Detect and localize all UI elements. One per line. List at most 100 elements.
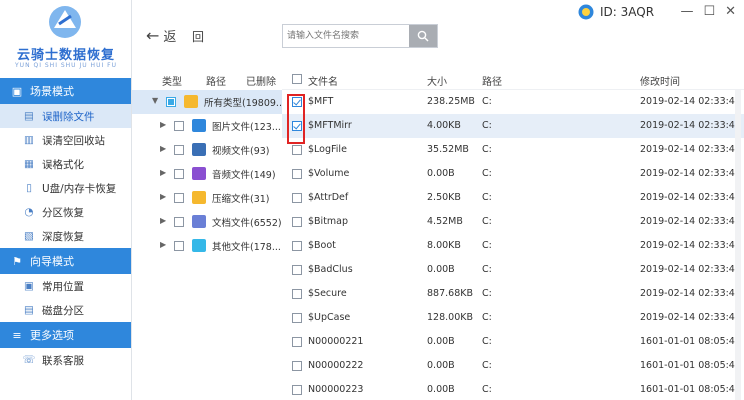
section-more-options[interactable]: ≡ 更多选项 [0, 322, 131, 348]
table-row[interactable]: N00000222 0.00B C: 1601-01-01 08:05:43 [282, 354, 744, 378]
search-icon [417, 30, 429, 42]
file-size: 0.00B [427, 360, 455, 371]
row-checkbox[interactable] [292, 265, 302, 275]
file-name: $AttrDef [308, 192, 349, 203]
tab-deleted[interactable]: 已删除 [246, 73, 276, 88]
sidebar-item-deep-scan[interactable]: ▧ 深度恢复 [0, 224, 131, 248]
row-checkbox[interactable] [292, 313, 302, 323]
monitor-icon: ▣ [11, 84, 23, 98]
sidebar-item-contact-support[interactable]: ☏ 联系客服 [0, 348, 131, 372]
chevron-right-icon[interactable]: ▶ [160, 120, 166, 129]
tab-type[interactable]: 类型 [162, 73, 182, 88]
back-label: 返 [163, 30, 177, 45]
file-modified: 1601-01-01 08:05:43 [640, 384, 741, 395]
maximize-button[interactable]: ☐ [703, 4, 715, 19]
row-checkbox[interactable] [292, 145, 302, 155]
column-size[interactable]: 大小 [427, 73, 447, 88]
deep-scan-icon: ▧ [24, 230, 34, 242]
section-guide-mode[interactable]: ⚑ 向导模式 [0, 248, 131, 274]
tree-row-label: 图片文件(123... [212, 122, 281, 133]
table-row[interactable]: $Secure 887.68KB C: 2019-02-14 02:33:43 [282, 282, 744, 306]
sidebar-item-label: 磁盘分区 [42, 304, 84, 317]
partition-icon: ◔ [24, 206, 34, 218]
search-input[interactable] [283, 25, 409, 47]
row-checkbox[interactable] [292, 361, 302, 371]
sidebar-item-format[interactable]: ▦ 误格式化 [0, 152, 131, 176]
close-button[interactable]: ✕ [725, 4, 736, 19]
tree-checkbox[interactable] [174, 145, 184, 155]
tree-row-images[interactable]: ▶ 图片文件(123... [132, 114, 282, 138]
file-path: C: [482, 360, 492, 371]
select-all-checkbox[interactable] [292, 74, 302, 84]
tree-row-audio[interactable]: ▶ 音频文件(149) [132, 162, 282, 186]
file-name: $BadClus [308, 264, 353, 275]
file-list-header: 文件名 大小 路径 修改时间 [282, 68, 744, 90]
file-path: C: [482, 144, 492, 155]
file-path: C: [482, 336, 492, 347]
tree-row-documents[interactable]: ▶ 文档文件(6552) [132, 210, 282, 234]
chevron-right-icon[interactable]: ▶ [160, 144, 166, 153]
table-row[interactable]: $LogFile 35.52MB C: 2019-02-14 02:33:43 [282, 138, 744, 162]
row-checkbox[interactable] [292, 169, 302, 179]
row-checkbox[interactable] [292, 217, 302, 227]
tree-checkbox[interactable] [174, 121, 184, 131]
chevron-right-icon[interactable]: ▶ [160, 192, 166, 201]
file-modified: 2019-02-14 02:33:43 [640, 144, 741, 155]
table-row[interactable]: $AttrDef 2.50KB C: 2019-02-14 02:33:43 [282, 186, 744, 210]
vertical-scrollbar[interactable] [735, 90, 741, 400]
row-checkbox[interactable] [292, 337, 302, 347]
tree-row-other[interactable]: ▶ 其他文件(178... [132, 234, 282, 258]
row-checkbox[interactable] [292, 385, 302, 395]
home-button[interactable]: 回 [192, 28, 204, 45]
tree-row-label: 视频文件(93) [212, 146, 270, 157]
row-checkbox[interactable] [292, 289, 302, 299]
tree-checkbox[interactable] [174, 193, 184, 203]
sidebar-item-deleted-files[interactable]: ▤ 误删除文件 [0, 104, 131, 128]
tab-path[interactable]: 路径 [206, 73, 226, 88]
file-size: 0.00B [427, 264, 455, 275]
sidebar-item-common-locations[interactable]: ▣ 常用位置 [0, 274, 131, 298]
back-button[interactable]: ← 返 [146, 26, 176, 45]
section-scene-mode[interactable]: ▣ 场景模式 [0, 78, 131, 104]
tree-row-all-types[interactable]: ▼ 所有类型(19809... [132, 90, 285, 114]
file-path: C: [482, 384, 492, 395]
tree-checkbox[interactable] [174, 241, 184, 251]
tree-checkbox[interactable] [174, 217, 184, 227]
table-row[interactable]: $MFTMirr 4.00KB C: 2019-02-14 02:33:43 [282, 114, 744, 138]
table-row[interactable]: $UpCase 128.00KB C: 2019-02-14 02:33:43 [282, 306, 744, 330]
row-checkbox[interactable] [292, 241, 302, 251]
expand-down-icon[interactable]: ▼ [152, 96, 158, 105]
tree-checkbox[interactable] [174, 169, 184, 179]
sidebar-item-recycle-bin[interactable]: ▥ 误清空回收站 [0, 128, 131, 152]
column-name[interactable]: 文件名 [308, 73, 338, 88]
chevron-right-icon[interactable]: ▶ [160, 168, 166, 177]
row-checkbox[interactable] [292, 193, 302, 203]
table-row[interactable]: N00000223 0.00B C: 1601-01-01 08:05:43 [282, 378, 744, 400]
table-row[interactable]: N00000221 0.00B C: 1601-01-01 08:05:43 [282, 330, 744, 354]
location-icon: ▣ [24, 280, 34, 292]
search-button[interactable] [409, 25, 437, 47]
table-row[interactable]: $BadClus 0.00B C: 2019-02-14 02:33:43 [282, 258, 744, 282]
table-row[interactable]: $Bitmap 4.52MB C: 2019-02-14 02:33:43 [282, 210, 744, 234]
file-path: C: [482, 216, 492, 227]
headset-icon: ☏ [22, 354, 36, 366]
tree-row-archives[interactable]: ▶ 压缩文件(31) [132, 186, 282, 210]
column-path[interactable]: 路径 [482, 73, 502, 88]
column-modified[interactable]: 修改时间 [640, 73, 680, 88]
table-row[interactable]: $Boot 8.00KB C: 2019-02-14 02:33:43 [282, 234, 744, 258]
chevron-right-icon[interactable]: ▶ [160, 216, 166, 225]
chevron-right-icon[interactable]: ▶ [160, 240, 166, 249]
table-row[interactable]: $MFT 238.25MB C: 2019-02-14 02:33:43 [282, 90, 744, 114]
tree-row-videos[interactable]: ▶ 视频文件(93) [132, 138, 282, 162]
sidebar-item-usb[interactable]: ▯ U盘/内存卡恢复 [0, 176, 131, 200]
file-type-tree: 类型 路径 已删除 ▼ 所有类型(19809... ▶ 图片文件(123... … [132, 68, 285, 400]
sidebar-item-partition[interactable]: ◔ 分区恢复 [0, 200, 131, 224]
tree-checkbox[interactable] [166, 97, 176, 107]
app-subtitle: YUN QI SHI SHU JU HUI FU [15, 62, 117, 69]
menu-icon: ≡ [12, 328, 22, 342]
tree-row-label: 音频文件(149) [212, 170, 276, 181]
minimize-button[interactable]: — [680, 4, 693, 19]
sidebar-item-disk-partition[interactable]: ▤ 磁盘分区 [0, 298, 131, 322]
table-row[interactable]: $Volume 0.00B C: 2019-02-14 02:33:43 [282, 162, 744, 186]
file-size: 2.50KB [427, 192, 461, 203]
